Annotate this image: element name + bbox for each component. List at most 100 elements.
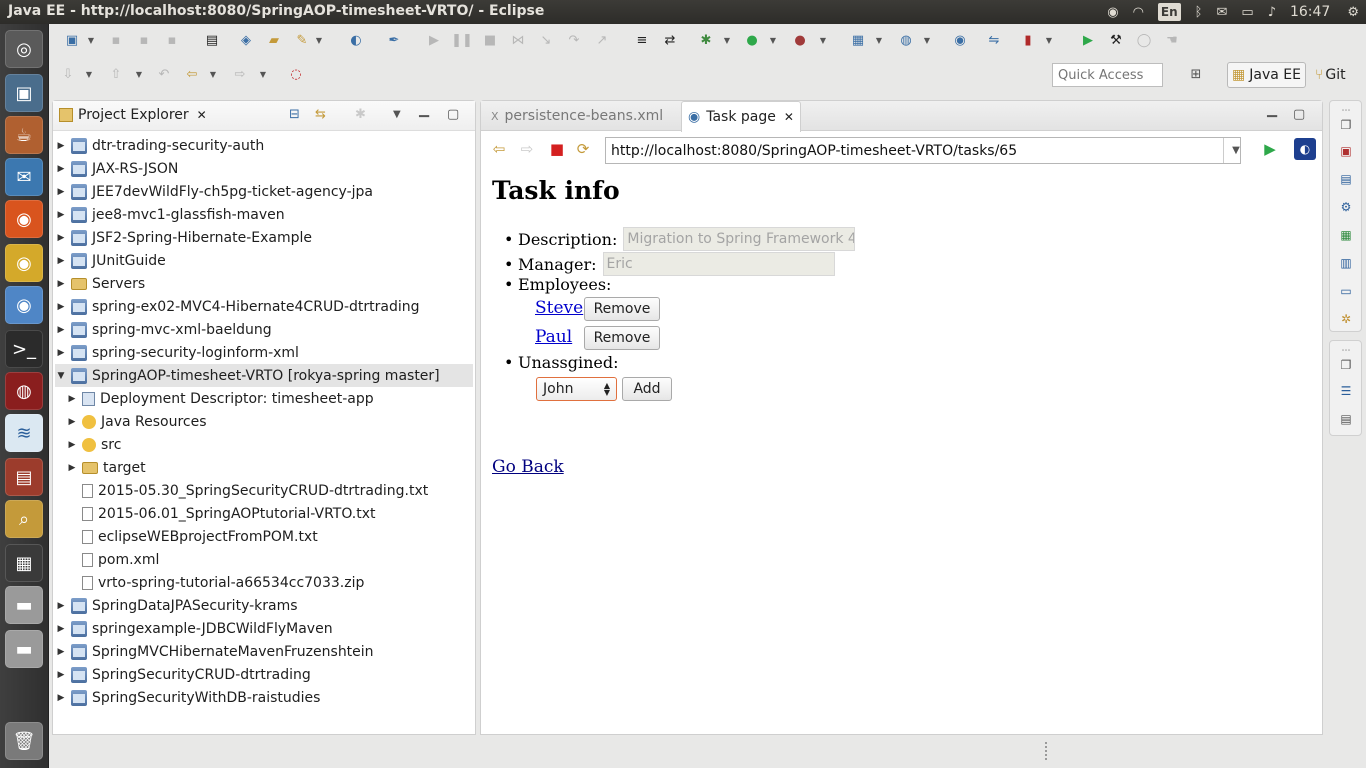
next-annotation-dropdown-icon[interactable]: ▼ xyxy=(85,65,93,83)
workspace-switcher-icon[interactable]: ▦ xyxy=(5,544,43,582)
tree-item[interactable]: ▶ spring-mvc-xml-baeldung xyxy=(55,318,473,341)
restore-icon[interactable]: ❐ xyxy=(1338,117,1354,133)
prev-annotation-dropdown-icon[interactable]: ▼ xyxy=(135,65,143,83)
close-icon[interactable]: ✕ xyxy=(197,108,207,122)
red-app-icon[interactable]: ◍ xyxy=(5,372,43,410)
quick-access-input[interactable] xyxy=(1052,63,1163,87)
chromium-icon[interactable]: ◉ xyxy=(5,286,43,324)
web-service-icon[interactable]: ◍ xyxy=(897,31,915,49)
terminal-icon[interactable]: >_ xyxy=(5,330,43,368)
collapsed-arrow-icon[interactable]: ▶ xyxy=(55,670,67,680)
collapsed-arrow-icon[interactable]: ▶ xyxy=(66,463,78,473)
drive-icon[interactable]: ▬ xyxy=(5,586,43,624)
collapsed-arrow-icon[interactable]: ▶ xyxy=(66,417,78,427)
new-dropdown-icon[interactable]: ▼ xyxy=(87,31,95,49)
tree-item[interactable]: ▶ springexample-JDBCWildFlyMaven xyxy=(55,617,473,640)
run-on-server-dropdown-icon[interactable]: ▼ xyxy=(819,31,827,49)
keyboard-layout-indicator[interactable]: En xyxy=(1157,3,1181,21)
tree-item[interactable]: 2015-06.01_SpringAOPtutorial-VRTO.txt xyxy=(66,502,473,525)
run-app-icon[interactable]: ▶ xyxy=(1079,31,1097,49)
mail-icon[interactable]: ✉ xyxy=(1216,0,1227,24)
run-on-server-icon[interactable]: ● xyxy=(791,31,809,49)
tree-item[interactable]: vrto-spring-tutorial-a66534cc7033.zip xyxy=(66,571,473,594)
drive-icon-2[interactable]: ▬ xyxy=(5,630,43,668)
collapsed-arrow-icon[interactable]: ▶ xyxy=(55,210,67,220)
bluetooth-icon[interactable]: ᛒ xyxy=(1195,0,1203,24)
collapsed-arrow-icon[interactable]: ▶ xyxy=(55,141,67,151)
tab-persistence-beans-xml[interactable]: X persistence-beans.xml xyxy=(485,101,669,131)
expanded-arrow-icon[interactable]: ▼ xyxy=(55,371,67,381)
browser-globe-icon[interactable]: ◉ xyxy=(951,31,969,49)
volume-icon[interactable]: ♪ xyxy=(1268,0,1276,24)
forward-dropdown-icon[interactable]: ▼ xyxy=(259,65,267,83)
tree-item[interactable]: ▶ SpringMVCHibernateMavenFruzenshtein xyxy=(55,640,473,663)
eclipse-icon[interactable]: ◐ xyxy=(1294,138,1316,160)
chrome-tray-icon[interactable]: ◉ xyxy=(1107,0,1118,24)
add-button[interactable]: Add xyxy=(622,377,672,401)
collapsed-arrow-icon[interactable]: ▶ xyxy=(55,325,67,335)
url-history-dropdown-icon[interactable]: ▼ xyxy=(1223,138,1248,163)
browser-refresh-icon[interactable]: ⟳ xyxy=(573,135,593,163)
tree-item[interactable]: ▶ Servers xyxy=(55,272,473,295)
back-icon[interactable]: ⇦ xyxy=(183,65,201,83)
tree-item[interactable]: ▶ JEE7devWildFly-ch5pg-ticket-agency-jpa xyxy=(55,180,473,203)
tree-item[interactable]: ▶ Java Resources xyxy=(66,410,473,433)
pin-icon[interactable]: ✒ xyxy=(385,31,403,49)
tree-item[interactable]: ▶ target xyxy=(66,456,473,479)
browser-go-icon[interactable]: ▶ xyxy=(1260,135,1280,163)
console-icon[interactable]: ▮ xyxy=(1019,31,1037,49)
tree-item[interactable]: ▶ JSF2-Spring-Hibernate-Example xyxy=(55,226,473,249)
close-icon[interactable]: ✕ xyxy=(784,110,794,124)
tree-item[interactable]: ▼ SpringAOP-timesheet-VRTO [rokya-spring … xyxy=(55,364,473,387)
clock[interactable]: 16:47 xyxy=(1290,0,1330,24)
servers-icon[interactable]: ⚙ xyxy=(1338,199,1354,215)
task-list-icon[interactable]: ▤ xyxy=(1338,411,1354,427)
tree-item[interactable]: ▶ jee8-mvc1-glassfish-maven xyxy=(55,203,473,226)
markers-icon[interactable]: ▣ xyxy=(1338,143,1354,159)
open-folder-icon[interactable]: ▰ xyxy=(265,31,283,49)
console-dropdown-icon[interactable]: ▼ xyxy=(1045,31,1053,49)
git-sync-icon[interactable]: ⇋ xyxy=(985,31,1003,49)
collapsed-arrow-icon[interactable]: ▶ xyxy=(55,164,67,174)
open-perspective-icon[interactable]: ⊞ xyxy=(1187,65,1205,83)
collapsed-arrow-icon[interactable]: ▶ xyxy=(55,624,67,634)
tree-item[interactable]: ▶ spring-security-loginform-xml xyxy=(55,341,473,364)
go-back-link[interactable]: Go Back xyxy=(492,457,564,477)
image-viewer-icon[interactable]: ⌕ xyxy=(5,500,43,538)
search-object-icon[interactable]: ◐ xyxy=(347,31,365,49)
perspective-java-ee[interactable]: ▦ Java EE xyxy=(1227,62,1306,88)
tab-task-page[interactable]: ◉ Task page ✕ xyxy=(681,101,801,132)
wifi-icon[interactable]: ◠ xyxy=(1133,0,1144,24)
link-with-editor-icon[interactable]: ⇆ xyxy=(315,107,326,122)
console-view-icon[interactable]: ▭ xyxy=(1338,283,1354,299)
run-icon[interactable]: ● xyxy=(743,31,761,49)
use-step-filters-icon[interactable]: ≡ xyxy=(633,31,651,49)
thunderbird-icon[interactable]: ✉ xyxy=(5,158,43,196)
tree-item[interactable]: ▶ spring-ex02-MVC4-Hibernate4CRUD-dtrtrad… xyxy=(55,295,473,318)
restore-icon[interactable]: ❐ xyxy=(1338,357,1354,373)
mysql-workbench-icon[interactable]: ≋ xyxy=(5,414,43,452)
project-explorer-tab[interactable]: Project Explorer ✕ xyxy=(59,107,207,123)
remote-desktop-icon[interactable]: ▣ xyxy=(5,74,43,112)
maximize-icon[interactable]: ▢ xyxy=(1293,107,1305,122)
url-input[interactable] xyxy=(605,137,1241,164)
tree-item[interactable]: pom.xml xyxy=(66,548,473,571)
new-server-icon[interactable]: ▦ xyxy=(849,31,867,49)
tree-item[interactable]: ▶ src xyxy=(66,433,473,456)
snippets-icon[interactable]: ▥ xyxy=(1338,255,1354,271)
drop-to-frame-icon[interactable]: ⇄ xyxy=(661,31,679,49)
collapsed-arrow-icon[interactable]: ▶ xyxy=(55,601,67,611)
outline-icon[interactable]: ☰ xyxy=(1338,383,1354,399)
tree-item[interactable]: ▶ JUnitGuide xyxy=(55,249,473,272)
debug-icon[interactable]: ✱ xyxy=(697,31,715,49)
debug-dropdown-icon[interactable]: ▼ xyxy=(723,31,731,49)
trash-icon[interactable]: 🗑 xyxy=(5,722,43,760)
battery-icon[interactable]: ▭ xyxy=(1241,0,1253,24)
view-menu-icon[interactable]: ▼ xyxy=(393,109,401,120)
tree-item[interactable]: ▶ SpringSecurityCRUD-dtrtrading xyxy=(55,663,473,686)
tree-item[interactable]: ▶ SpringSecurityWithDB-raistudies xyxy=(55,686,473,709)
tree-item[interactable]: ▶ Deployment Descriptor: timesheet-app xyxy=(66,387,473,410)
collapsed-arrow-icon[interactable]: ▶ xyxy=(55,233,67,243)
collapsed-arrow-icon[interactable]: ▶ xyxy=(55,647,67,657)
open-type-icon[interactable]: ◈ xyxy=(237,31,255,49)
